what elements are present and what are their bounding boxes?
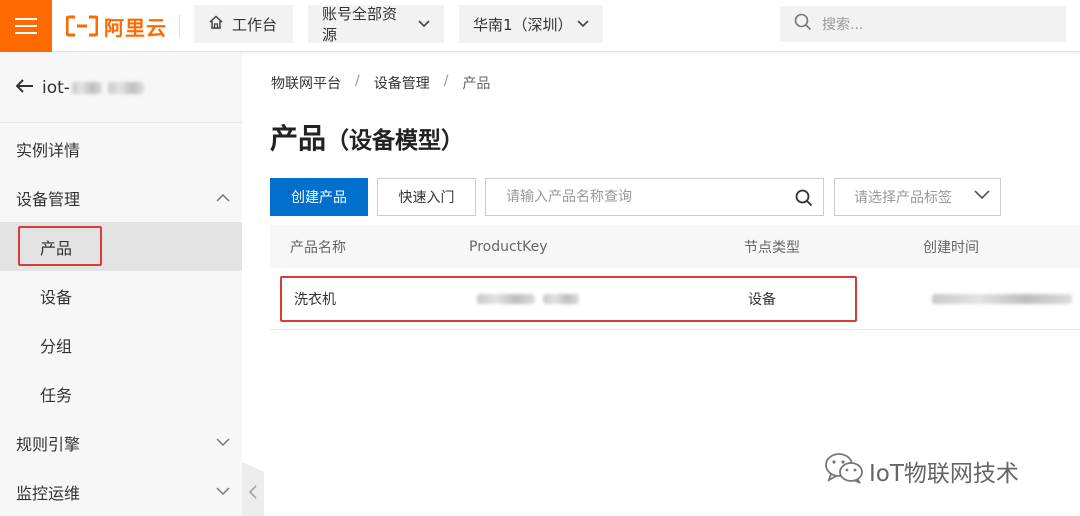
create-product-button[interactable]: 创建产品: [270, 178, 368, 216]
table-row[interactable]: 洗衣机 设备: [270, 268, 1080, 330]
chevron-down-icon: [974, 188, 990, 204]
page-title-subtitle: （设备模型）: [326, 128, 465, 154]
sidebar-item-label: 设备: [40, 287, 73, 307]
sidebar-item-label: 产品: [40, 238, 73, 258]
chevron-down-icon: [418, 17, 430, 31]
workbench-button[interactable]: 工作台: [194, 5, 293, 43]
tag-select-placeholder: 请选择产品标签: [854, 190, 952, 206]
productkey-cell-redacted: [469, 268, 579, 329]
table-header: 产品名称 ProductKey 节点类型 创建时间: [270, 225, 1080, 268]
sidebar-item-label: 规则引擎: [16, 434, 81, 454]
sidebar-item-groups[interactable]: 分组: [0, 320, 242, 369]
sidebar-item-devices[interactable]: 设备: [0, 271, 242, 320]
account-resources-dropdown[interactable]: 账号全部资源: [308, 5, 444, 44]
column-header-product-name: 产品名称: [290, 239, 346, 256]
search-icon: [794, 13, 812, 35]
sidebar-item-instance-details[interactable]: 实例详情: [0, 124, 242, 173]
sidebar-item-label: 实例详情: [16, 140, 81, 160]
node-type-cell: 设备: [748, 291, 776, 308]
breadcrumb-separator: /: [355, 73, 360, 89]
sidebar-item-label: 分组: [40, 336, 73, 356]
instance-id-redacted: [71, 81, 102, 94]
page-title: 产品 （设备模型）: [270, 117, 464, 157]
chevron-left-icon: [248, 485, 257, 503]
divider: [179, 15, 180, 37]
sidebar-item-monitoring[interactable]: 监控运维: [0, 467, 242, 516]
global-search-placeholder: 搜索...: [822, 17, 864, 33]
product-search-input[interactable]: [506, 189, 776, 205]
home-icon: [208, 14, 224, 34]
logo-text: 阿里云: [104, 15, 167, 40]
sidebar-item-label: 监控运维: [16, 483, 81, 503]
sidebar-item-label: 任务: [40, 385, 73, 405]
workbench-label: 工作台: [232, 15, 278, 34]
breadcrumb-separator: /: [443, 73, 449, 89]
region-label: 华南1（深圳）: [473, 15, 573, 34]
breadcrumb: 物联网平台 / 设备管理 / 产品: [271, 73, 490, 93]
breadcrumb-current: 产品: [462, 76, 491, 92]
chevron-down-icon: [216, 484, 230, 500]
sidebar-item-rules-engine[interactable]: 规则引擎: [0, 418, 242, 467]
global-search-input[interactable]: 搜索...: [780, 6, 1066, 42]
breadcrumb-iot-platform[interactable]: 物联网平台: [271, 73, 341, 93]
created-time-cell-redacted: [928, 268, 1072, 329]
sidebar: iot- 实例详情 设备管理 产品 设备 分组 任务 规则引擎 监控运维: [0, 53, 242, 516]
instance-name: iot-: [42, 77, 70, 98]
page-title-text: 产品: [270, 122, 327, 155]
product-search-field[interactable]: [485, 178, 824, 216]
back-arrow-icon: [15, 77, 34, 98]
hamburger-menu-button[interactable]: [0, 0, 52, 52]
column-header-node-type: 节点类型: [744, 239, 800, 256]
aliyun-logo[interactable]: 阿里云: [66, 12, 167, 40]
search-icon[interactable]: [795, 189, 813, 211]
top-navbar: 阿里云 工作台 账号全部资源 华南1（深圳） 搜索...: [0, 0, 1080, 52]
instance-back-link[interactable]: iot-: [0, 53, 242, 123]
sidebar-collapse-button[interactable]: [242, 462, 264, 516]
column-header-created-time: 创建时间: [923, 239, 979, 256]
product-name-cell[interactable]: 洗衣机: [294, 268, 336, 329]
chevron-down-icon: [216, 435, 230, 451]
region-dropdown[interactable]: 华南1（深圳）: [459, 5, 603, 43]
sidebar-item-products[interactable]: 产品: [0, 222, 242, 271]
product-tag-select[interactable]: 请选择产品标签: [834, 178, 1001, 216]
aliyun-logo-icon: [66, 15, 98, 37]
chevron-down-icon: [577, 17, 589, 31]
sidebar-item-label: 设备管理: [16, 189, 81, 209]
quick-start-button[interactable]: 快速入门: [377, 178, 476, 216]
sidebar-item-device-management[interactable]: 设备管理: [0, 173, 242, 222]
chevron-up-icon: [216, 190, 230, 206]
instance-id-redacted: [107, 81, 144, 94]
account-label: 账号全部资源: [322, 5, 398, 44]
wechat-watermark: IoT物联网技术: [823, 451, 1019, 491]
breadcrumb-device-management[interactable]: 设备管理: [374, 73, 430, 93]
column-header-productkey: ProductKey: [469, 238, 548, 255]
product-table: 产品名称 ProductKey 节点类型 创建时间 洗衣机 设备: [270, 225, 1080, 330]
sidebar-item-tasks[interactable]: 任务: [0, 369, 242, 418]
wechat-icon: [823, 451, 865, 491]
watermark-text: IoT物联网技术: [869, 461, 1019, 487]
